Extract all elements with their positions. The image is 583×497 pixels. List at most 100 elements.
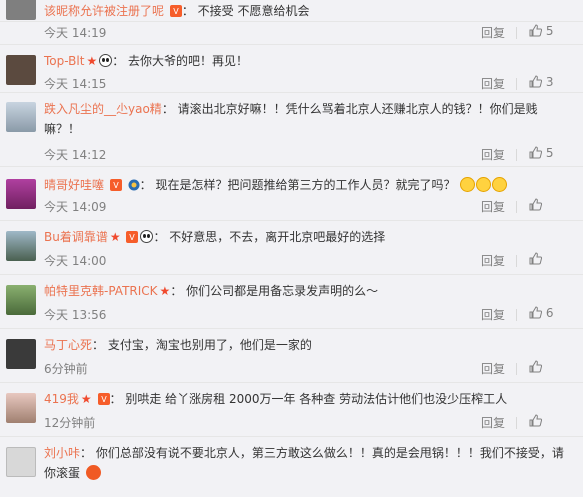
comment-text: 支付宝，淘宝也别用了，他们是一家的 (107, 338, 312, 352)
like-button[interactable]: 5 (529, 24, 573, 38)
divider (516, 255, 517, 267)
like-button[interactable] (529, 360, 573, 374)
comment-time: 6分钟前 (44, 362, 88, 376)
avatar[interactable] (6, 0, 36, 20)
comment-time: 今天 14:09 (44, 200, 107, 214)
comment-time: 今天 13:56 (44, 308, 107, 322)
comment-username[interactable]: 晴哥好哇噻 (44, 178, 104, 192)
avatar[interactable] (6, 231, 36, 261)
avatar[interactable] (6, 285, 36, 315)
thumbs-up-icon (529, 146, 542, 159)
comment-username[interactable]: Bu着调靠谱 (44, 230, 108, 244)
comment-text: 不好意思，不去，离开北京吧最好的选择 (169, 230, 386, 244)
star-icon: ★ (86, 54, 98, 68)
like-count: 3 (545, 75, 554, 89)
thumbs-up-icon (529, 75, 542, 88)
comment-meta: 今天 14:15 回复 3 (44, 75, 573, 93)
comment-username[interactable]: 马丁心死 (44, 338, 92, 352)
like-button[interactable] (529, 198, 573, 212)
medal-icon (128, 179, 140, 191)
divider (516, 78, 517, 90)
like-button[interactable]: 5 (529, 146, 573, 160)
thumbs-up-icon (529, 360, 542, 373)
vip-badge-icon: V (126, 231, 139, 243)
avatar[interactable] (6, 55, 36, 85)
reply-button[interactable]: 回复 (481, 414, 505, 431)
reply-button[interactable]: 回复 (481, 306, 505, 323)
comment-item: 刘小咔： 你们总部没有说不要北京人，第三方敢这么做么！！真的是会甩锅！！！我们不… (0, 437, 583, 497)
panda-icon (140, 230, 154, 243)
vip-badge-icon: V (169, 5, 182, 17)
comment-text: 现在是怎样？把问题推给第三方的工作人员？就完了吗？ (155, 178, 456, 192)
divider (516, 201, 517, 213)
svg-text:V: V (173, 7, 179, 16)
comment-username[interactable]: 帕特里克韩-PATRICK (44, 284, 158, 298)
divider (516, 363, 517, 375)
reply-button[interactable]: 回复 (481, 198, 505, 215)
comment-username[interactable]: 刘小咔 (44, 446, 80, 460)
comment-time: 今天 14:19 (44, 26, 107, 40)
like-button[interactable] (529, 414, 573, 428)
comment-text: 不接受 不愿意给机会 (197, 4, 310, 18)
comment-meta: 今天 14:09 回复 (44, 198, 573, 216)
thumbs-up-icon (529, 414, 542, 427)
star-icon: ★ (80, 392, 92, 406)
comment-text: 去你大爷的吧！再见！ (128, 54, 249, 68)
comment-username[interactable]: Top-Blt (44, 54, 84, 68)
thumbs-up-icon (529, 24, 542, 37)
like-count: 5 (545, 24, 554, 38)
like-button[interactable]: 3 (529, 75, 573, 89)
comment-username[interactable]: 该昵称允许被注册了呢 (44, 4, 164, 18)
smile-emoji-icon (460, 177, 476, 192)
comment-item: Bu着调靠谱 ★ V： 不好意思，不去，离开北京吧最好的选择 今天 14:00 回… (0, 221, 583, 275)
comment-item: 今天 14:19 回复 5 (0, 22, 583, 45)
comment-item: 该昵称允许被注册了呢 V： 不接受 不愿意给机会 (0, 0, 583, 22)
divider (516, 149, 517, 161)
avatar[interactable] (6, 339, 36, 369)
reply-button[interactable]: 回复 (481, 146, 505, 163)
comment-text: 你们总部没有说不要北京人，第三方敢这么做么！！真的是会甩锅！！！我们不接受，请你… (44, 446, 564, 480)
star-icon: ★ (159, 284, 171, 298)
comment-text: 别哄走 给丫涨房租 2000万一年 各种查 劳动法估计他们也没少压榨工人 (125, 392, 508, 406)
comment-item: 419我 ★ V： 别哄走 给丫涨房租 2000万一年 各种查 劳动法估计他们也没… (0, 383, 583, 437)
comment-meta: 12分钟前 回复 (44, 414, 573, 432)
like-count: 5 (545, 146, 554, 160)
smile-emoji-icon (476, 177, 492, 192)
svg-text:V: V (113, 181, 119, 190)
divider (516, 417, 517, 429)
avatar[interactable] (6, 179, 36, 209)
comment-meta: 今天 14:12 回复 5 (44, 146, 573, 164)
avatar[interactable] (6, 393, 36, 423)
thumbs-up-icon (529, 306, 542, 319)
comment-time: 今天 14:12 (44, 148, 107, 162)
comment-item: 马丁心死： 支付宝，淘宝也别用了，他们是一家的 6分钟前 回复 (0, 329, 583, 383)
comment-meta: 6分钟前 回复 (44, 360, 573, 378)
avatar[interactable] (6, 102, 36, 132)
like-button[interactable] (529, 252, 573, 266)
reply-button[interactable]: 回复 (481, 75, 505, 92)
comment-item: 跌入凡尘的__尐yao精： 请滚出北京好嘛！！凭什么骂着北京人还赚北京人的钱？！… (0, 93, 583, 167)
comment-time: 今天 14:00 (44, 254, 107, 268)
like-count: 6 (545, 306, 554, 320)
reply-button[interactable]: 回复 (481, 24, 505, 41)
comment-meta: 今天 14:19 回复 5 (44, 24, 573, 42)
reply-button[interactable]: 回复 (481, 252, 505, 269)
comment-time: 今天 14:15 (44, 77, 107, 91)
reply-button[interactable]: 回复 (481, 360, 505, 377)
comment-text: 你们公司都是用备忘录发声明的么～ (186, 284, 379, 298)
comment-item: 帕特里克韩-PATRICK ★： 你们公司都是用备忘录发声明的么～ 今天 13:5… (0, 275, 583, 329)
vip-badge-icon: V (97, 393, 110, 405)
comment-meta: 今天 13:56 回复 6 (44, 306, 573, 324)
angry-emoji-icon (85, 465, 101, 480)
comment-username[interactable]: 跌入凡尘的__尐yao精 (44, 102, 162, 116)
comment-item: 晴哥好哇噻 V ： 现在是怎样？把问题推给第三方的工作人员？就完了吗？ 今天 1… (0, 167, 583, 221)
smile-emoji-icon (492, 177, 508, 192)
comment-username[interactable]: 419我 (44, 392, 79, 406)
comment-list: 该昵称允许被注册了呢 V： 不接受 不愿意给机会 今天 14:19 回复 5 T… (0, 0, 583, 493)
thumbs-up-icon (529, 198, 542, 211)
vip-badge-icon: V (109, 179, 122, 191)
comment-item: Top-Blt ★： 去你大爷的吧！再见！ 今天 14:15 回复 3 (0, 45, 583, 93)
avatar[interactable] (6, 447, 36, 477)
panda-icon (99, 54, 113, 67)
like-button[interactable]: 6 (529, 306, 573, 320)
